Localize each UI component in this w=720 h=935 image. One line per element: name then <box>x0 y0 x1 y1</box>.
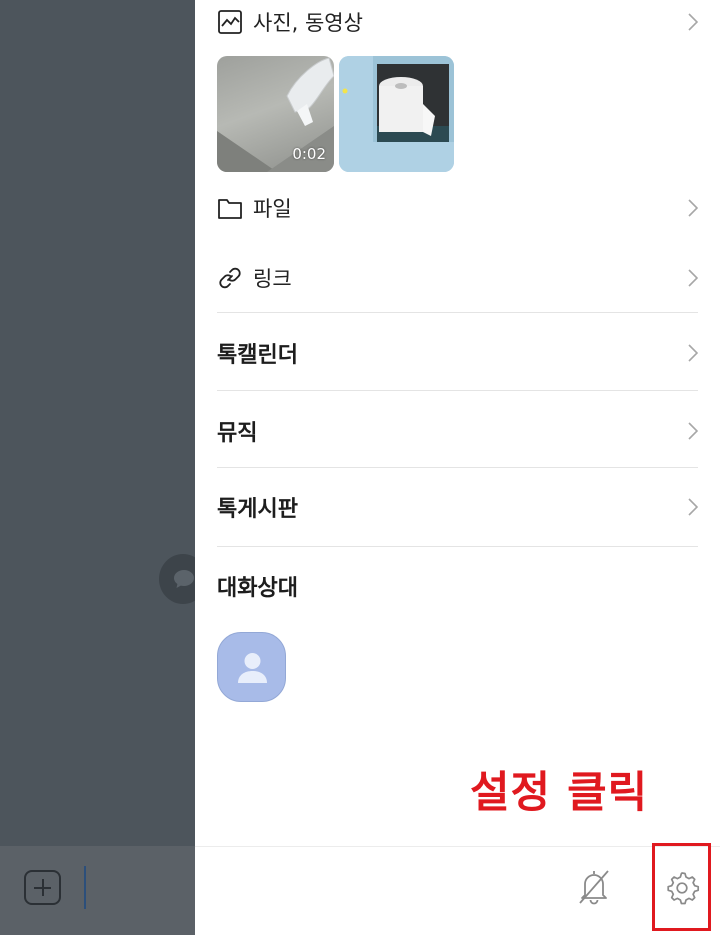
video-thumbnail[interactable]: 0:02 <box>217 56 334 172</box>
video-duration: 0:02 <box>292 145 326 163</box>
members-header: 대화상대 <box>217 569 698 603</box>
chevron-right-icon <box>688 344 698 362</box>
files-label: 파일 <box>253 197 292 221</box>
chevron-right-icon <box>688 498 698 516</box>
annotation-text: 설정 클릭 <box>470 768 649 818</box>
links-row[interactable]: 링크 <box>217 262 698 294</box>
folder-icon <box>217 195 243 221</box>
bell-off-icon[interactable] <box>577 868 611 906</box>
divider <box>217 546 698 547</box>
chevron-right-icon <box>688 422 698 440</box>
photo-preview-image <box>339 56 454 172</box>
chevron-right-icon <box>688 269 698 287</box>
music-label: 뮤직 <box>217 421 258 446</box>
menu-item-calendar[interactable]: 톡캘린더 <box>217 336 698 370</box>
chat-background-overlay[interactable] <box>0 0 195 935</box>
board-label: 톡게시판 <box>217 497 298 522</box>
chevron-right-icon <box>688 199 698 217</box>
avatar[interactable] <box>217 632 286 702</box>
chevron-right-icon <box>688 13 698 31</box>
text-cursor <box>84 866 86 909</box>
photos-videos-row[interactable]: 사진, 동영상 <box>217 6 698 38</box>
members-title: 대화상대 <box>217 576 298 601</box>
menu-item-music[interactable]: 뮤직 <box>217 414 698 448</box>
person-icon <box>238 653 267 683</box>
photos-videos-label: 사진, 동영상 <box>253 11 363 35</box>
media-thumbnails: 0:02 <box>217 56 454 172</box>
divider <box>217 390 698 391</box>
divider <box>217 312 698 313</box>
drawer-bottom-bar <box>195 846 720 935</box>
attach-plus-button[interactable] <box>24 870 61 905</box>
image-icon <box>217 9 243 35</box>
divider <box>217 467 698 468</box>
link-icon <box>217 265 243 291</box>
chat-bubble-icon <box>174 570 194 588</box>
photo-thumbnail[interactable] <box>339 56 454 172</box>
calendar-label: 톡캘린더 <box>217 343 298 368</box>
menu-item-board[interactable]: 톡게시판 <box>217 490 698 524</box>
links-label: 링크 <box>253 267 292 291</box>
files-row[interactable]: 파일 <box>217 192 698 224</box>
settings-highlight-box <box>652 843 711 931</box>
